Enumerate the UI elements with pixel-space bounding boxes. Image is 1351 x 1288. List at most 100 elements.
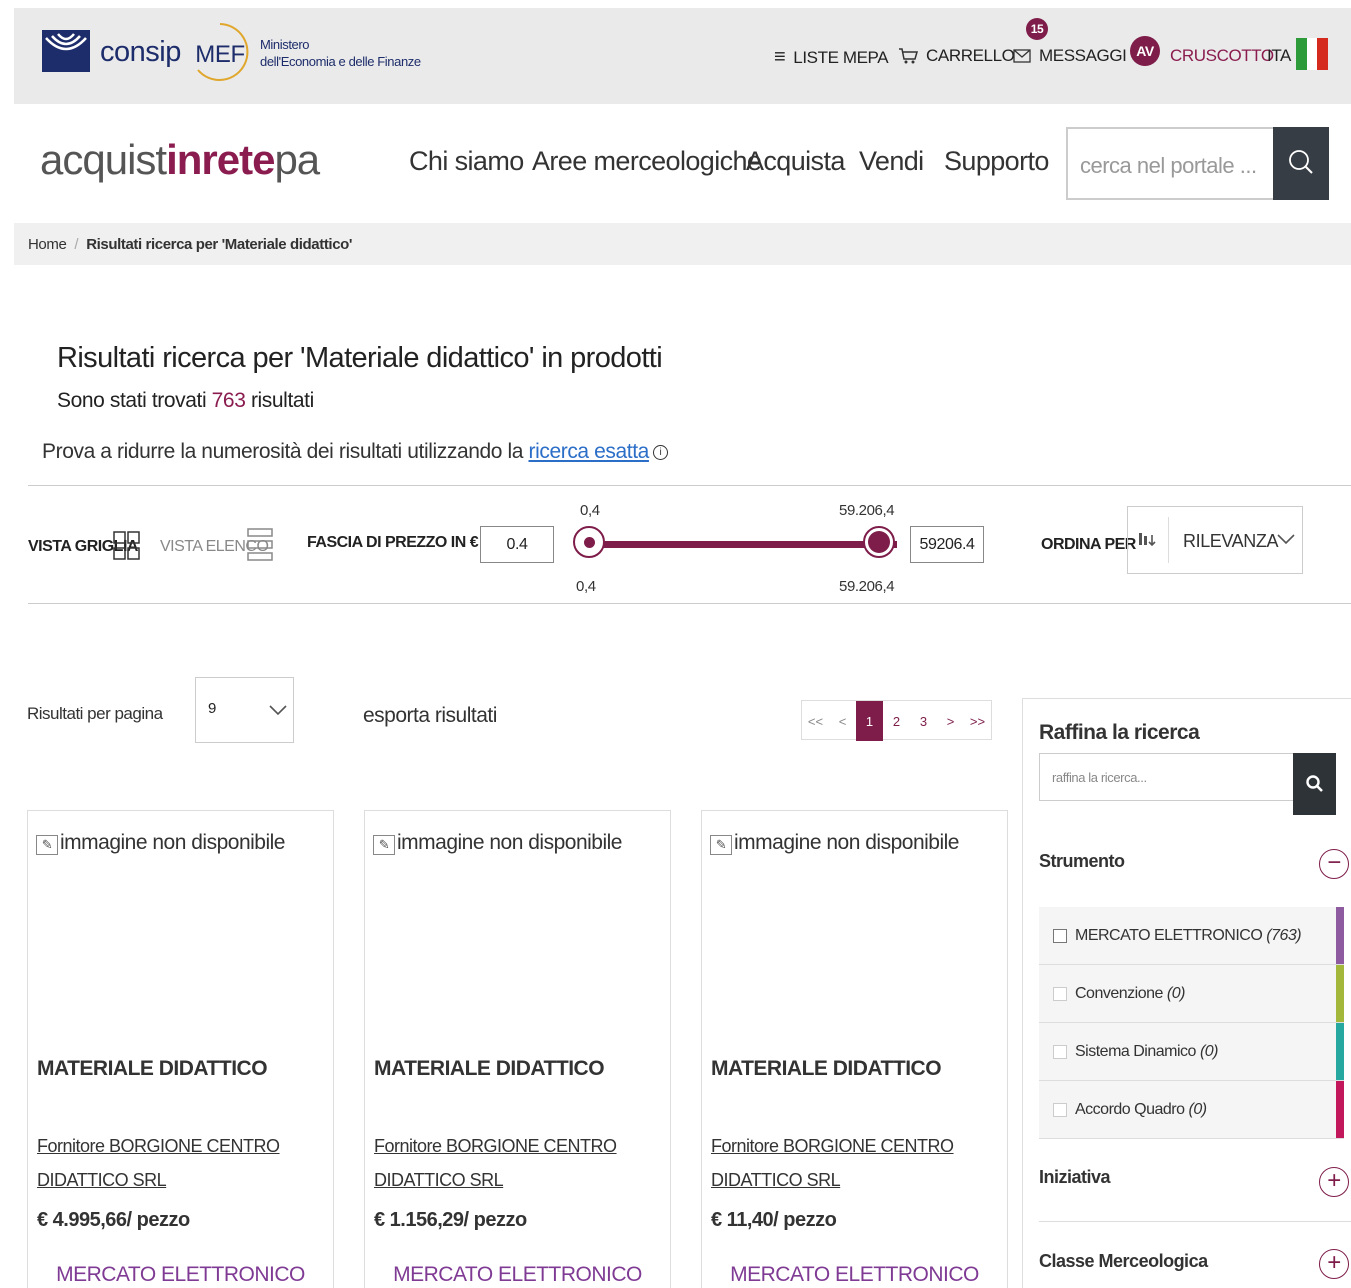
refine-search-button[interactable] xyxy=(1293,753,1336,815)
product-supplier-link[interactable]: Fornitore BORGIONE CENTRO DIDATTICO SRL xyxy=(374,1129,664,1197)
page-next[interactable]: > xyxy=(937,701,964,741)
product-image[interactable]: ✎ immagine non disponibile xyxy=(373,831,622,855)
site-logo[interactable]: acquistinretepa xyxy=(40,136,320,184)
product-price: € 4.995,66/ pezzo xyxy=(37,1209,190,1231)
product-card[interactable]: ✎ immagine non disponibile MATERIALE DIDA… xyxy=(364,810,671,1288)
page-3[interactable]: 3 xyxy=(910,701,937,741)
strumento-options: MERCATO ELETTRONICO (763) Convenzione (0) … xyxy=(1039,907,1344,1139)
menu-icon: ≡ xyxy=(774,46,786,68)
search-button[interactable] xyxy=(1273,127,1329,200)
envelope-icon xyxy=(1013,49,1031,63)
expand-classe-icon[interactable]: + xyxy=(1319,1249,1349,1279)
messaggi-label: MESSAGGI xyxy=(1039,46,1127,65)
product-supplier-link[interactable]: Fornitore BORGIONE CENTRO DIDATTICO SRL xyxy=(711,1129,1001,1197)
consip-label[interactable]: consip xyxy=(100,36,181,69)
consip-logo-icon[interactable] xyxy=(42,30,90,72)
carrello-label: CARRELLO xyxy=(926,46,1015,65)
filter-bar: VISTA GRIGLIA VISTA ELENCO FASCIA DI PRE… xyxy=(28,485,1351,604)
price-slider-max-handle[interactable] xyxy=(863,526,895,558)
product-title[interactable]: MATERIALE DIDATTICO xyxy=(711,1057,942,1081)
breadcrumb-home[interactable]: Home xyxy=(28,236,67,253)
collapse-strumento-icon[interactable]: − xyxy=(1319,849,1349,879)
option-label: Accordo Quadro xyxy=(1075,1100,1185,1118)
slider-min-top-label: 0,4 xyxy=(580,502,600,519)
messages-count-badge: 15 xyxy=(1026,18,1048,40)
search-icon xyxy=(1305,775,1323,792)
language-label: ITA xyxy=(1267,46,1291,65)
grid-view-icon[interactable] xyxy=(113,530,141,564)
price-min-input[interactable]: 0.4 xyxy=(480,526,554,563)
top-bar: consip MEF Ministero dell'Economia e del… xyxy=(14,8,1351,104)
product-price: € 1.156,29/ pezzo xyxy=(374,1209,527,1231)
facet-divider xyxy=(1039,1221,1351,1222)
page-last[interactable]: >> xyxy=(964,701,991,741)
page-1[interactable]: 1 xyxy=(856,701,883,741)
refine-title: Raffina la ricerca xyxy=(1039,721,1200,744)
broken-image-icon: ✎ xyxy=(36,835,58,855)
italian-flag-icon[interactable] xyxy=(1296,38,1329,70)
messaggi-link[interactable]: MESSAGGI xyxy=(1013,46,1127,66)
product-title[interactable]: MATERIALE DIDATTICO xyxy=(374,1057,605,1081)
count-number: 763 xyxy=(211,389,246,412)
product-image[interactable]: ✎ immagine non disponibile xyxy=(36,831,285,855)
price-max-input[interactable]: 59206.4 xyxy=(910,526,984,563)
liste-mepa-label: LISTE MEPA xyxy=(793,47,889,67)
results-count: Sono stati trovati 763 risultati xyxy=(57,389,314,413)
price-slider-track xyxy=(591,541,897,548)
nav-aree-merceologiche[interactable]: Aree merceologiche xyxy=(532,146,762,177)
option-convenzione[interactable]: Convenzione (0) xyxy=(1039,965,1344,1023)
option-mercato-elettronico[interactable]: MERCATO ELETTRONICO (763) xyxy=(1039,907,1344,965)
option-sistema-dinamico[interactable]: Sistema Dinamico (0) xyxy=(1039,1023,1344,1081)
brand-part2: inrete xyxy=(166,136,275,183)
image-alt-text: immagine non disponibile xyxy=(60,831,285,854)
product-card[interactable]: ✎ immagine non disponibile MATERIALE DIDA… xyxy=(27,810,334,1288)
expand-iniziativa-icon[interactable]: + xyxy=(1319,1167,1349,1197)
checkbox[interactable] xyxy=(1053,1044,1067,1059)
option-accordo-quadro[interactable]: Accordo Quadro (0) xyxy=(1039,1081,1344,1139)
facet-classe-label[interactable]: Classe Merceologica xyxy=(1039,1251,1208,1272)
price-slider-min-handle[interactable] xyxy=(573,526,605,558)
product-supplier-link[interactable]: Fornitore BORGIONE CENTRO DIDATTICO SRL xyxy=(37,1129,327,1197)
portal-search-input[interactable]: cerca nel portale ... xyxy=(1066,127,1274,200)
price-range-label: FASCIA DI PREZZO IN € xyxy=(307,534,479,551)
page-2[interactable]: 2 xyxy=(883,701,910,741)
info-icon[interactable]: i xyxy=(652,444,668,460)
exact-search-link[interactable]: ricerca esatta xyxy=(528,440,649,463)
brand-part3: pa xyxy=(274,136,320,183)
sort-select[interactable]: RILEVANZA xyxy=(1127,506,1303,574)
mef-line1: Ministero xyxy=(260,37,310,52)
checkbox[interactable] xyxy=(1053,1102,1067,1117)
option-count: (0) xyxy=(1188,1100,1208,1118)
carrello-link[interactable]: CARRELLO xyxy=(898,46,1015,66)
language-switch[interactable]: ITA xyxy=(1267,46,1291,66)
product-title[interactable]: MATERIALE DIDATTICO xyxy=(37,1057,268,1081)
avatar[interactable]: AV xyxy=(1130,36,1160,66)
list-view-icon[interactable] xyxy=(246,526,274,566)
liste-mepa-link[interactable]: ≡ LISTE MEPA xyxy=(774,46,889,69)
cruscotto-link[interactable]: CRUSCOTTO xyxy=(1170,46,1274,66)
facet-strumento-label[interactable]: Strumento xyxy=(1039,851,1125,872)
export-results-link[interactable]: esporta risultati xyxy=(363,704,497,728)
product-card[interactable]: ✎ immagine non disponibile MATERIALE DIDA… xyxy=(701,810,1008,1288)
page-prev[interactable]: < xyxy=(829,701,856,741)
facet-iniziativa-label[interactable]: Iniziativa xyxy=(1039,1167,1111,1188)
mef-logo-icon[interactable]: MEF xyxy=(190,22,250,82)
slider-min-bottom-label: 0,4 xyxy=(576,578,596,595)
page-first[interactable]: << xyxy=(802,701,829,741)
checkbox[interactable] xyxy=(1053,928,1067,943)
breadcrumb-separator: / xyxy=(74,236,79,253)
option-label: MERCATO ELETTRONICO xyxy=(1075,926,1263,944)
checkbox[interactable] xyxy=(1053,986,1067,1001)
per-page-select[interactable]: 9 xyxy=(195,677,294,743)
nav-vendi[interactable]: Vendi xyxy=(859,146,924,177)
brand-part1: acquist xyxy=(40,136,167,183)
nav-chi-siamo[interactable]: Chi siamo xyxy=(409,146,524,177)
nav-supporto[interactable]: Supporto xyxy=(944,146,1049,177)
refine-search-input[interactable]: raffina la ricerca... xyxy=(1039,753,1293,801)
color-stripe xyxy=(1336,965,1344,1022)
mef-label[interactable]: Ministero dell'Economia e delle Finanze xyxy=(260,36,421,70)
option-label: Sistema Dinamico xyxy=(1075,1042,1196,1060)
breadcrumb-current: Risultati ricerca per 'Materiale didatti… xyxy=(86,236,353,253)
nav-acquista[interactable]: Acquista xyxy=(746,146,845,177)
product-image[interactable]: ✎ immagine non disponibile xyxy=(710,831,959,855)
